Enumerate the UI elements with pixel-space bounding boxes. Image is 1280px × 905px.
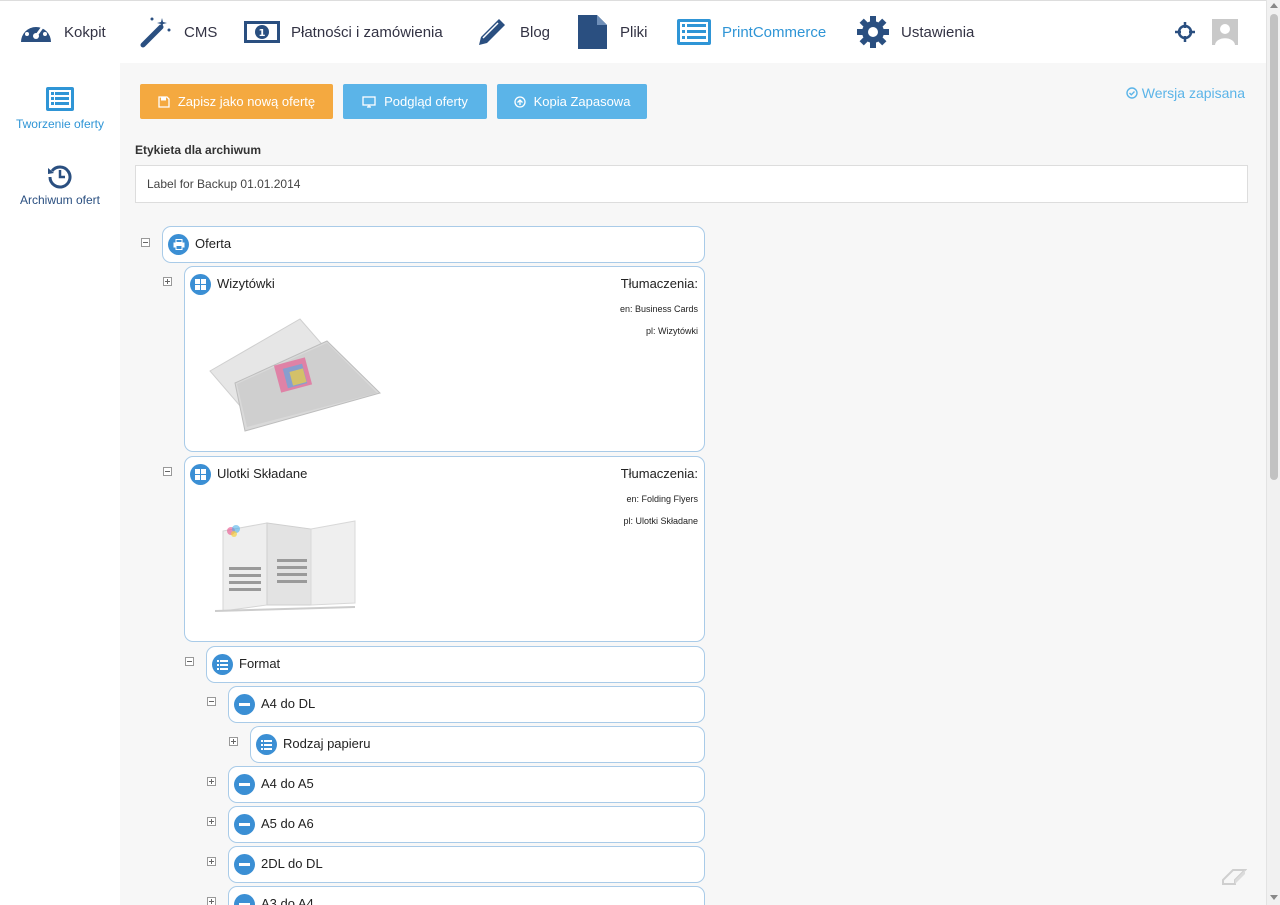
collapse-toggle-format[interactable] <box>185 657 194 666</box>
grid-icon <box>190 464 211 485</box>
translation-pl: pl: Ulotki Składane <box>623 516 698 526</box>
monitor-icon <box>362 95 376 108</box>
banknote-icon: 1 <box>243 14 281 50</box>
minus-icon <box>234 694 255 715</box>
expand-toggle-a5-do-a6[interactable] <box>207 817 216 826</box>
tree-node-ulotki-skladane[interactable]: Ulotki Składane Tłumaczenia: en: Folding… <box>184 456 705 642</box>
list-icon <box>256 734 277 755</box>
expand-toggle-2dl-do-dl[interactable] <box>207 857 216 866</box>
svg-text:1: 1 <box>259 28 266 39</box>
backup-button[interactable]: Kopia Zapasowa <box>497 84 647 119</box>
nav-label: Płatności i zamówienia <box>291 23 443 41</box>
nav-label: Pliki <box>620 23 648 41</box>
minus-icon <box>234 814 255 835</box>
nav-label: Kokpit <box>64 23 106 41</box>
collapse-toggle-a4-do-dl[interactable] <box>207 697 216 706</box>
minus-icon <box>234 854 255 875</box>
saved-status: Wersja zapisana <box>1126 85 1245 101</box>
nav-blog[interactable]: Blog <box>474 14 550 50</box>
expand-toggle-a3-do-a4[interactable] <box>207 897 216 905</box>
avatar[interactable] <box>1212 19 1238 45</box>
main-content: Zapisz jako nową ofertę Podgląd oferty K… <box>120 63 1266 905</box>
tree-node-a5-do-a6[interactable]: A5 do A6 <box>228 806 705 843</box>
collapse-toggle-ulotki-skladane[interactable] <box>163 467 172 476</box>
nav-platnosci[interactable]: 1 Płatności i zamówienia <box>243 14 443 50</box>
translation-en: en: Business Cards <box>619 304 698 314</box>
tree-node-wizytowki[interactable]: Wizytówki Tłumaczenia: en: Business Card… <box>184 266 705 452</box>
scroll-up-icon[interactable] <box>1270 3 1278 8</box>
expand-toggle-rodzaj-papieru[interactable] <box>229 737 238 746</box>
top-navbar: Kokpit CMS 1 Płatności i zamówienia Blog… <box>0 0 1266 64</box>
folding-flyers-image <box>214 520 356 612</box>
nav-ustawienia[interactable]: Ustawienia <box>855 14 974 50</box>
magic-wand-icon <box>138 14 174 50</box>
business-cards-image <box>209 318 381 432</box>
scroll-down-icon[interactable] <box>1270 895 1278 900</box>
floppy-disk-icon <box>158 95 170 108</box>
check-circle-icon <box>1126 87 1138 99</box>
sidebar-item-label: Archiwum ofert <box>19 193 101 207</box>
history-icon <box>0 163 120 189</box>
gauge-icon <box>18 14 54 50</box>
list-icon <box>212 654 233 675</box>
vertical-scrollbar[interactable] <box>1266 0 1280 905</box>
list-icon <box>0 87 120 113</box>
tree-node-rodzaj-papieru[interactable]: Rodzaj papieru <box>250 726 705 763</box>
translation-en: en: Folding Flyers <box>626 494 698 504</box>
gear-icon <box>855 14 891 50</box>
nav-label: CMS <box>184 23 218 41</box>
translations-heading: Tłumaczenia: <box>620 466 698 481</box>
sidebar-item-archiwum-ofert[interactable]: Archiwum ofert <box>0 163 120 207</box>
expand-toggle-a4-do-a5[interactable] <box>207 777 216 786</box>
pencil-icon <box>474 14 510 50</box>
nav-label: Blog <box>520 23 551 41</box>
minus-icon <box>234 894 255 905</box>
translation-pl: pl: Wizytówki <box>645 326 698 336</box>
tree-node-2dl-do-dl[interactable]: 2DL do DL <box>228 846 705 883</box>
collapse-toggle-oferta[interactable] <box>141 238 150 247</box>
nav-printcommerce[interactable]: PrintCommerce <box>676 14 826 50</box>
crosshair-icon[interactable] <box>1170 17 1200 47</box>
preview-offer-button[interactable]: Podgląd oferty <box>343 84 487 119</box>
archive-label-input[interactable]: Label for Backup 01.01.2014 <box>135 165 1248 203</box>
nav-pliki[interactable]: Pliki <box>574 14 648 50</box>
sidebar-item-tworzenie-oferty[interactable]: Tworzenie oferty <box>0 87 120 131</box>
eraser-icon[interactable] <box>1220 863 1248 891</box>
nav-cms[interactable]: CMS <box>138 14 217 50</box>
nav-label: PrintCommerce <box>722 23 827 41</box>
tree-node-a4-do-a5[interactable]: A4 do A5 <box>228 766 705 803</box>
tree-node-a4-do-dl[interactable]: A4 do DL <box>228 686 705 723</box>
grid-icon <box>190 274 211 295</box>
save-as-new-offer-button[interactable]: Zapisz jako nową ofertę <box>140 84 333 119</box>
file-icon <box>574 14 610 50</box>
tree-node-oferta[interactable]: Oferta <box>162 226 705 263</box>
minus-icon <box>234 774 255 795</box>
tree-node-a3-do-a4[interactable]: A3 do A4 <box>228 886 705 905</box>
nav-kokpit[interactable]: Kokpit <box>18 14 106 50</box>
list-icon <box>676 14 712 50</box>
upload-circle-icon <box>513 95 526 108</box>
tree-node-format[interactable]: Format <box>206 646 705 683</box>
sidebar-item-label: Tworzenie oferty <box>15 117 105 131</box>
expand-toggle-wizytowki[interactable] <box>163 277 172 286</box>
nav-label: Ustawienia <box>901 23 975 41</box>
printer-icon <box>168 234 189 255</box>
sidebar: Tworzenie oferty Archiwum ofert <box>0 63 120 905</box>
translations-heading: Tłumaczenia: <box>620 276 698 291</box>
scrollbar-thumb[interactable] <box>1270 14 1278 480</box>
archive-label: Etykieta dla archiwum <box>135 143 262 157</box>
